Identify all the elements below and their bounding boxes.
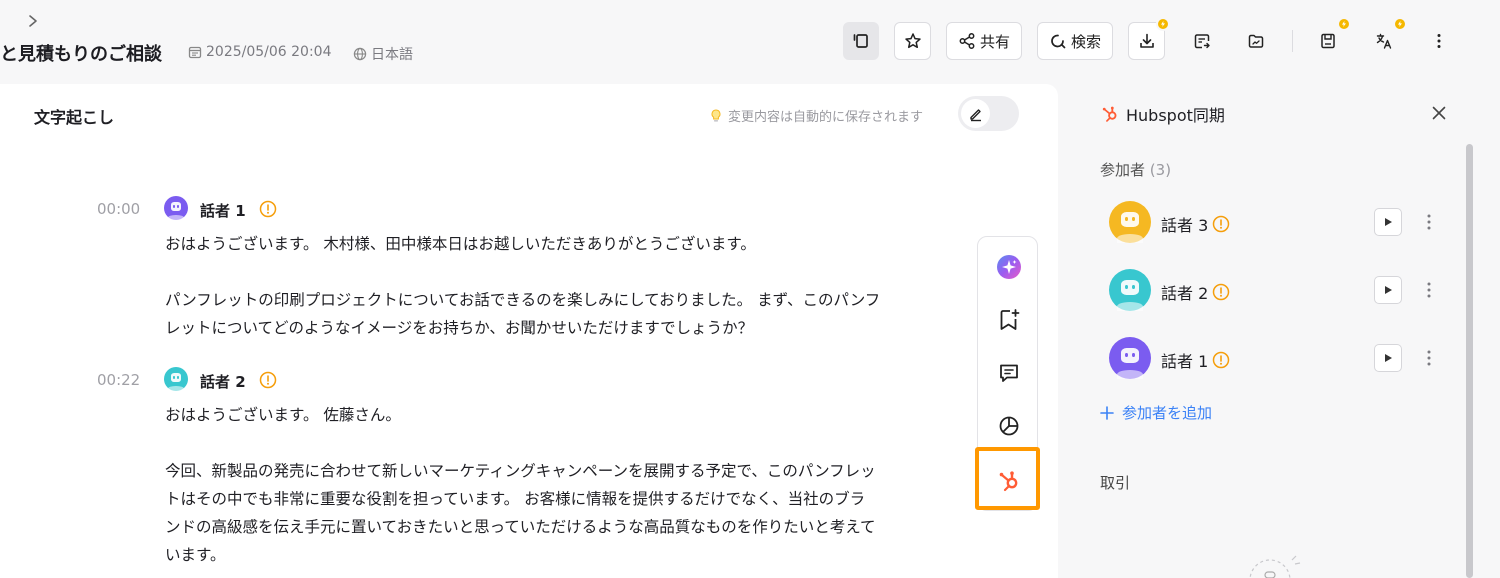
participants-heading: 参加者 (3)	[1100, 159, 1171, 180]
participant-name[interactable]: 話者 1	[1161, 348, 1230, 372]
participant-avatar	[1109, 337, 1151, 379]
note-export-icon	[1194, 34, 1210, 49]
share-label: 共有	[979, 32, 1010, 51]
comment-icon	[999, 364, 1018, 382]
timestamp[interactable]: 00:00	[97, 200, 140, 218]
participant-avatar	[1109, 269, 1151, 311]
participant-name[interactable]: 話者 2	[1161, 280, 1230, 304]
warning-icon[interactable]	[1212, 215, 1230, 233]
folder-icon	[1248, 34, 1264, 48]
panel-layout-icon	[853, 34, 868, 48]
transcript-paragraph[interactable]: 今回、新製品の発売に合わせて新しいマーケティングキャンペーンを展開する予定で、こ…	[165, 457, 877, 569]
play-icon	[1385, 218, 1392, 226]
kebab-menu-icon[interactable]	[1422, 280, 1436, 300]
meeting-language[interactable]: 日本語	[353, 44, 413, 64]
premium-badge-icon	[1156, 17, 1170, 31]
favorite-button[interactable]	[894, 22, 931, 60]
warning-icon[interactable]	[259, 200, 277, 218]
kebab-menu-icon[interactable]	[1422, 348, 1436, 368]
meeting-title: と見積もりのご相談	[0, 44, 162, 65]
timestamp[interactable]: 00:22	[97, 371, 140, 389]
meeting-date: 2025/05/06 20:04	[188, 44, 332, 60]
share-button[interactable]: 共有	[946, 22, 1022, 60]
deal-heading: 取引	[1100, 474, 1131, 492]
premium-badge-icon	[1393, 17, 1407, 31]
participants-label: 参加者	[1100, 161, 1146, 179]
panel-scrollbar[interactable]	[1466, 144, 1473, 578]
add-participant-label: 参加者を追加	[1122, 404, 1213, 422]
save-record-button[interactable]	[1310, 17, 1351, 60]
globe-icon	[353, 47, 367, 61]
search-icon	[1051, 34, 1066, 49]
ai-sparkle-icon	[996, 255, 1021, 279]
transcript-title: 文字起こし	[34, 108, 115, 127]
warning-icon[interactable]	[1212, 283, 1230, 301]
warning-icon[interactable]	[1212, 351, 1230, 369]
autosave-text: 変更内容は自動的に保存されます	[728, 110, 924, 125]
export-notes-button[interactable]	[1184, 22, 1220, 60]
participant-name-text: 話者 3	[1161, 216, 1209, 235]
add-participant-button[interactable]: 参加者を追加	[1100, 402, 1212, 423]
play-button[interactable]	[1374, 276, 1402, 304]
play-icon	[1385, 286, 1392, 294]
hubspot-panel-title: Hubspot同期	[1100, 102, 1225, 126]
kebab-menu-icon[interactable]	[1422, 212, 1436, 232]
play-icon	[1385, 354, 1392, 362]
transcript-paragraph[interactable]: パンフレットの印刷プロジェクトについてお話できるのを楽しみにしておりました。 ま…	[165, 286, 885, 342]
play-button[interactable]	[1374, 208, 1402, 236]
meeting-date-text: 2025/05/06 20:04	[206, 44, 332, 60]
translate-icon	[1376, 33, 1392, 49]
save-to-folder-button[interactable]	[1238, 22, 1274, 60]
participant-avatar	[1109, 201, 1151, 243]
empty-state-illustration-icon	[1249, 555, 1301, 578]
toolbar-divider	[1292, 30, 1293, 52]
plus-icon	[1100, 405, 1114, 420]
bookmark-plus-icon	[1000, 309, 1019, 330]
search-button[interactable]: 検索	[1037, 22, 1113, 60]
download-icon	[1139, 33, 1154, 48]
search-label: 検索	[1070, 32, 1101, 51]
participant-name[interactable]: 話者 3	[1161, 212, 1230, 236]
meeting-language-text: 日本語	[371, 47, 413, 63]
speaker-avatar	[164, 367, 188, 391]
analytics-button[interactable]	[978, 401, 1039, 451]
hubspot-button-highlight	[975, 447, 1040, 510]
edit-mode-toggle[interactable]	[958, 96, 1019, 131]
participant-name-text: 話者 1	[1161, 352, 1209, 371]
more-options-button[interactable]	[1422, 22, 1456, 60]
warning-icon[interactable]	[259, 371, 277, 389]
save-disk-icon	[1321, 33, 1335, 49]
speaker-name[interactable]: 話者 1	[200, 200, 246, 221]
translate-button[interactable]	[1366, 17, 1407, 60]
speaker-avatar	[164, 196, 188, 220]
transcript-paragraph[interactable]: おはようございます。 木村様、田中様本日はお越しいただきありがとうございます。	[165, 230, 885, 258]
breadcrumb-chevron-icon[interactable]	[26, 11, 40, 31]
lightbulb-icon	[711, 108, 721, 122]
ai-assistant-button[interactable]	[978, 242, 1039, 292]
calendar-icon	[188, 46, 202, 59]
share-icon	[959, 33, 975, 49]
comments-button[interactable]	[978, 348, 1039, 398]
participant-name-text: 話者 2	[1161, 284, 1209, 303]
speaker-name[interactable]: 話者 2	[200, 371, 246, 392]
pie-chart-icon	[999, 416, 1018, 436]
play-button[interactable]	[1374, 344, 1402, 372]
bookmark-add-button[interactable]	[978, 295, 1039, 345]
pencil-icon	[969, 108, 981, 121]
hubspot-panel-title-text: Hubspot同期	[1126, 106, 1225, 125]
edit-toggle-knob	[961, 99, 990, 128]
star-icon	[904, 33, 921, 49]
participants-count: (3)	[1149, 161, 1172, 179]
autosave-notice: 変更内容は自動的に保存されます	[710, 106, 923, 125]
premium-badge-icon	[1337, 17, 1351, 31]
download-button[interactable]	[1128, 17, 1170, 60]
hubspot-icon	[1102, 106, 1117, 122]
close-icon[interactable]	[1430, 104, 1448, 122]
transcript-paragraph[interactable]: おはようございます。 佐藤さん。	[165, 401, 885, 429]
kebab-menu-icon	[1437, 34, 1441, 48]
toggle-panel-button[interactable]	[843, 22, 879, 60]
